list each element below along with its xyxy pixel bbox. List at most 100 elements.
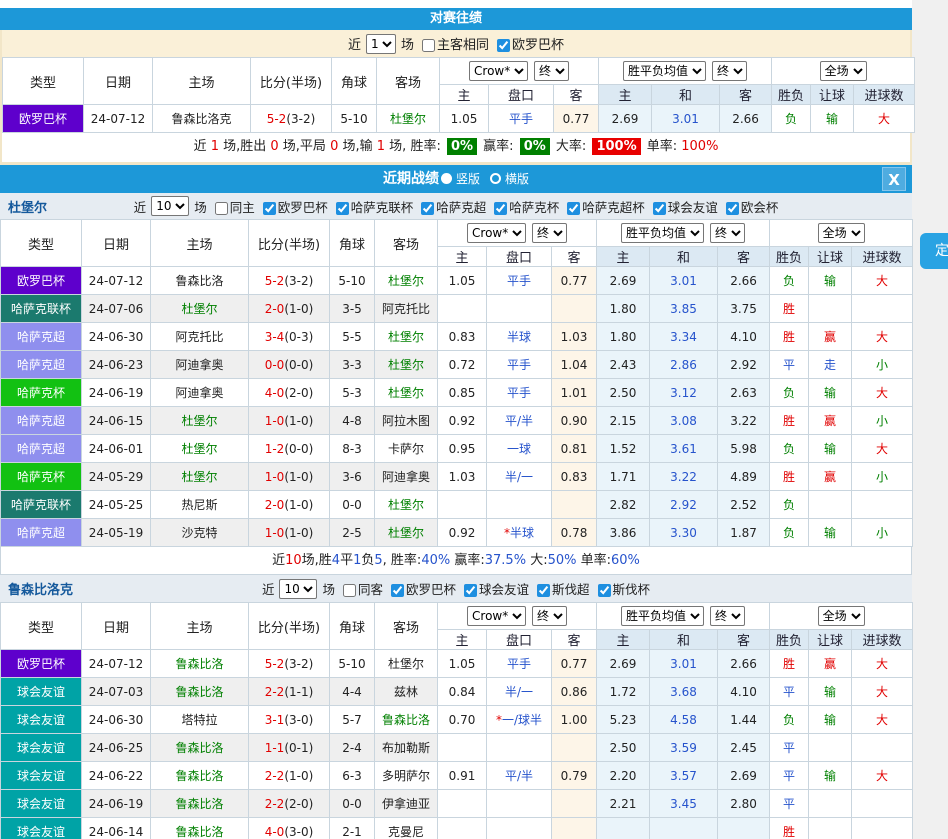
league-checkbox[interactable]: [336, 202, 349, 215]
result-goals: 大: [852, 678, 913, 706]
league-checkbox[interactable]: [537, 584, 550, 597]
h2h-odds-stage-select[interactable]: 终: [534, 61, 569, 81]
league-filter[interactable]: 欧会杯: [720, 197, 779, 216]
score: 1-0(1-0): [249, 463, 330, 491]
result-handicap: 输: [809, 379, 852, 407]
close-icon[interactable]: X: [882, 167, 906, 191]
customize-button[interactable]: 定制: [920, 233, 948, 269]
same-venue[interactable]: 主客相同: [416, 34, 489, 53]
column-header: 客场: [377, 58, 440, 105]
avg-draw: 3.57: [650, 762, 718, 790]
avg-home: 3.86: [597, 519, 650, 547]
fulltime-score: 1-1: [265, 741, 285, 755]
column-header: 类型: [1, 220, 82, 267]
stats-segment: 10: [285, 553, 302, 568]
team1-bookmaker-select[interactable]: Crow*: [467, 223, 526, 243]
h2h-average-select[interactable]: 胜平负均值: [623, 61, 706, 81]
avg-home: 2.15: [597, 407, 650, 435]
result-handicap: 赢: [809, 323, 852, 351]
horizontal-radio[interactable]: [490, 173, 501, 184]
team2-average-stage-select[interactable]: 终: [710, 606, 745, 626]
team1-average-select[interactable]: 胜平负均值: [621, 223, 704, 243]
vertical-radio-label[interactable]: 竖版: [456, 172, 480, 186]
team1-odds-stage-select[interactable]: 终: [532, 223, 567, 243]
league-filter[interactable]: 欧罗巴杯: [491, 34, 564, 53]
league-filter[interactable]: 球会友谊: [458, 579, 529, 598]
result-goals: [852, 790, 913, 818]
league-checkbox[interactable]: [653, 202, 666, 215]
subcolumn-header: 胜负: [772, 85, 811, 105]
same-home[interactable]: 同主: [209, 197, 255, 216]
corner-count: 5-10: [330, 267, 375, 295]
near-label: 近: [134, 197, 147, 216]
league-checkbox[interactable]: [391, 584, 404, 597]
handicap-text: 半/一: [505, 470, 533, 484]
result-handicap: [809, 818, 852, 839]
matches-label: 场: [194, 197, 207, 216]
result-goals: 大: [852, 650, 913, 678]
table-header-row: 类型日期主场比分(半场)角球客场Crow*终胜平负均值终全场: [3, 58, 915, 85]
h2h-scope-select[interactable]: 全场: [820, 61, 867, 81]
league-filter[interactable]: 欧罗巴杯: [385, 579, 456, 598]
league-filter[interactable]: 哈萨克杯: [488, 197, 559, 216]
league-filter[interactable]: 斯伐超: [531, 579, 590, 598]
league-badge: 哈萨克超: [1, 435, 82, 463]
team2-bookmaker-select[interactable]: Crow*: [467, 606, 526, 626]
team2-average-select[interactable]: 胜平负均值: [621, 606, 704, 626]
league-label: 欧罗巴杯: [512, 38, 564, 53]
column-header: 主场: [151, 603, 249, 650]
team2-scope-select[interactable]: 全场: [818, 606, 865, 626]
same-away[interactable]: 同客: [337, 579, 383, 598]
column-header: 比分(半场): [251, 58, 332, 105]
halftime-score: (1-1): [284, 685, 313, 699]
away-team: 杜堡尔: [375, 491, 438, 519]
same-away-checkbox[interactable]: [343, 584, 356, 597]
handicap: 平/半: [487, 762, 552, 790]
league-filter[interactable]: 斯伐杯: [592, 579, 651, 598]
h2h-bookmaker-select[interactable]: Crow*: [469, 61, 528, 81]
league-checkbox[interactable]: [598, 584, 611, 597]
league-filter[interactable]: 哈萨克超杯: [561, 197, 645, 216]
h2h-average-stage-select[interactable]: 终: [712, 61, 747, 81]
league-checkbox[interactable]: [421, 202, 434, 215]
stats-segment: 37.5%: [485, 553, 526, 568]
home-odds: [438, 491, 487, 519]
avg-draw: 4.58: [650, 706, 718, 734]
avg-draw: 3.01: [650, 267, 718, 295]
league-filter[interactable]: 哈萨克联杯: [330, 197, 414, 216]
table-row: 哈萨克超24-06-23阿迪拿奥0-0(0-0)3-3杜堡尔0.72平手1.04…: [1, 351, 913, 379]
avg-away: 2.66: [720, 105, 772, 133]
league-filter[interactable]: 欧罗巴杯: [257, 197, 328, 216]
recent-count-select[interactable]: 10: [151, 196, 189, 216]
league-filter[interactable]: 球会友谊: [647, 197, 718, 216]
team1-scope-select[interactable]: 全场: [818, 223, 865, 243]
home-team: 鲁森比洛: [151, 650, 249, 678]
subcolumn-header: 客: [718, 630, 770, 650]
subcolumn-header: 进球数: [854, 85, 915, 105]
league-checkbox[interactable]: [263, 202, 276, 215]
subcolumn-header: 客: [554, 85, 599, 105]
recent-count-select[interactable]: 10: [279, 579, 317, 599]
league-checkbox[interactable]: [497, 39, 510, 52]
league-badge: 哈萨克联杯: [1, 295, 82, 323]
league-checkbox[interactable]: [464, 584, 477, 597]
subcolumn-header: 客: [552, 630, 597, 650]
team2-odds-stage-select[interactable]: 终: [532, 606, 567, 626]
league-checkbox[interactable]: [567, 202, 580, 215]
score: 3-1(3-0): [249, 706, 330, 734]
fulltime-score: 2-0: [265, 498, 285, 512]
league-filter[interactable]: 哈萨克超: [415, 197, 486, 216]
league-checkbox[interactable]: [726, 202, 739, 215]
h2h-header-bar: 对赛往绩: [0, 8, 912, 30]
team1-average-stage-select[interactable]: 终: [710, 223, 745, 243]
same-venue-checkbox[interactable]: [422, 39, 435, 52]
recent-count-select[interactable]: 1: [366, 34, 396, 54]
handicap-text: 半球: [507, 330, 531, 344]
corner-count: 8-3: [330, 435, 375, 463]
league-badge: 哈萨克杯: [1, 463, 82, 491]
league-checkbox[interactable]: [494, 202, 507, 215]
avg-away: [718, 818, 770, 839]
vertical-radio[interactable]: [441, 173, 452, 184]
same-home-checkbox[interactable]: [215, 202, 228, 215]
horizontal-radio-label[interactable]: 横版: [505, 172, 529, 186]
